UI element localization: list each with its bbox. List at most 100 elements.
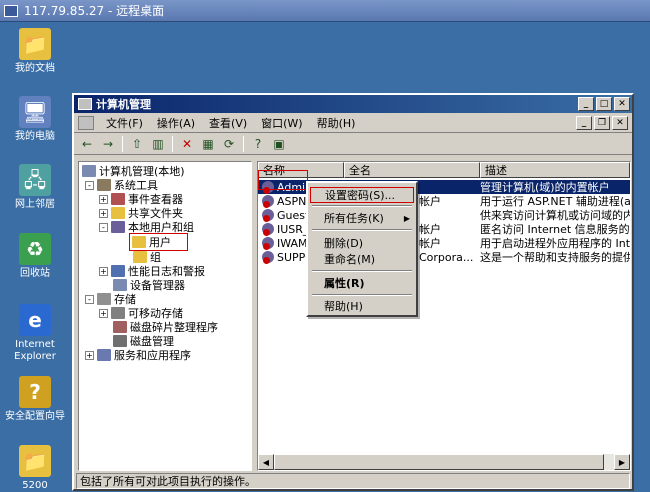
menu-view[interactable]: 查看(V) (203, 115, 253, 131)
collapse-toggle[interactable]: - (85, 294, 94, 304)
up-folder-icon[interactable]: ⇧ (128, 136, 146, 152)
tree-item-local-users-groups[interactable]: - 本地用户和组 (99, 220, 194, 234)
users-folder-icon (132, 236, 146, 248)
menu-item-all-tasks[interactable]: 所有任务(K) ▶ (310, 210, 414, 226)
menu-bar: 文件(F) 操作(A) 查看(V) 窗口(W) 帮助(H) _ ❐ ✕ (74, 113, 632, 133)
toolbar: ← → ⇧ ▥ ✕ ▦ ⟳ ? ▣ (74, 133, 632, 155)
tree-item-system-tools[interactable]: - 系统工具 (85, 178, 158, 192)
forward-arrow-icon[interactable]: → (99, 136, 117, 152)
menu-window[interactable]: 窗口(W) (255, 115, 308, 131)
child-minimize-button[interactable]: _ (576, 116, 592, 130)
collapse-toggle[interactable]: - (99, 222, 108, 232)
expand-toggle[interactable]: + (99, 208, 108, 218)
menu-action[interactable]: 操作(A) (151, 115, 201, 131)
remote-desktop-title: 117.79.85.27 - 远程桌面 (24, 4, 165, 18)
child-caption-buttons: _ ❐ ✕ (576, 116, 628, 130)
scroll-left-icon[interactable]: ◀ (258, 454, 274, 470)
security-wizard-icon: ? (19, 376, 51, 408)
groups-folder-icon (133, 251, 147, 263)
child-close-button[interactable]: ✕ (612, 116, 628, 130)
toolbar-separator (122, 135, 123, 152)
desktop-icon-my-documents[interactable]: 📁 我的文档 (0, 28, 70, 75)
menu-item-help[interactable]: 帮助(H) (310, 298, 414, 314)
menu-file[interactable]: 文件(F) (100, 115, 149, 131)
folder-docs-icon: 📁 (19, 28, 51, 60)
mmc-doc-icon[interactable] (78, 115, 94, 130)
desktop-icon-security-wizard[interactable]: ? 安全配置向导 (0, 376, 70, 423)
tree-item-removable-storage[interactable]: + 可移动存储 (99, 306, 183, 320)
folder-icon: 📁 (19, 445, 51, 477)
child-restore-button[interactable]: ❐ (594, 116, 610, 130)
expand-toggle[interactable]: + (99, 194, 108, 204)
help-icon[interactable]: ? (249, 136, 267, 152)
window-caption-buttons: _ □ ✕ (578, 97, 630, 111)
expand-toggle[interactable]: + (99, 308, 108, 318)
tree-item-performance-logs[interactable]: + 性能日志和警报 (99, 264, 205, 278)
tree-item-event-viewer[interactable]: + 事件查看器 (99, 192, 183, 206)
ie-icon: e (19, 304, 51, 336)
computer-icon (82, 165, 96, 177)
column-header-description[interactable]: 描述 (480, 162, 630, 178)
desktop-icon-network[interactable]: 🖧 网上邻居 (0, 164, 70, 211)
maximize-button[interactable]: □ (596, 97, 612, 111)
computer-management-icon (78, 98, 92, 110)
tree-item-storage[interactable]: - 存储 (85, 292, 136, 306)
collapse-toggle[interactable]: - (85, 180, 94, 190)
desktop-icon-ie[interactable]: e Internet Explorer (0, 304, 70, 363)
desktop-icon-my-computer[interactable]: 🖥 我的电脑 (0, 96, 70, 143)
scroll-thumb[interactable] (274, 454, 604, 470)
computer-icon: 🖥 (19, 96, 51, 128)
user-icon (262, 223, 274, 236)
menu-item-properties[interactable]: 属性(R) (310, 275, 414, 291)
network-icon: 🖧 (19, 164, 51, 196)
horizontal-scrollbar[interactable]: ◀ ▶ (258, 454, 630, 470)
delete-icon[interactable]: ✕ (178, 136, 196, 152)
list-header: 名称 全名 描述 (258, 162, 630, 178)
user-icon (262, 195, 274, 208)
user-disabled-icon (262, 209, 274, 222)
removable-storage-icon (111, 307, 125, 319)
performance-icon (111, 265, 125, 277)
tree-item-defragmenter[interactable]: 磁盘碎片整理程序 (113, 320, 218, 334)
menu-help[interactable]: 帮助(H) (311, 115, 362, 131)
user-icon (262, 237, 274, 250)
tree-item-services-apps[interactable]: + 服务和应用程序 (85, 348, 191, 362)
menu-item-delete[interactable]: 删除(D) (310, 235, 414, 251)
submenu-arrow-icon: ▶ (403, 213, 410, 223)
column-header-fullname[interactable]: 全名 (344, 162, 480, 178)
menu-separator (312, 205, 412, 207)
desktop-icon-recycle-bin[interactable]: ♻ 回收站 (0, 233, 70, 280)
tree-item-device-manager[interactable]: 设备管理器 (113, 278, 185, 292)
toolbar-separator (172, 135, 173, 152)
mmc-console-icon[interactable]: ▣ (270, 136, 288, 152)
toolbar-separator (243, 135, 244, 152)
tree-item-computer-management[interactable]: 计算机管理(本地) (82, 164, 185, 178)
users-groups-icon (111, 221, 125, 233)
device-manager-icon (113, 279, 127, 291)
tree-item-users[interactable]: 用户 (129, 233, 188, 251)
recycle-bin-icon: ♻ (19, 233, 51, 265)
tree-item-groups[interactable]: 组 (133, 250, 161, 264)
scroll-right-icon[interactable]: ▶ (614, 454, 630, 470)
event-viewer-icon (111, 193, 125, 205)
context-menu: 设置密码(S)... 所有任务(K) ▶ 删除(D) 重命名(M) 属性(R) … (306, 181, 418, 317)
menu-item-set-password[interactable]: 设置密码(S)... (310, 187, 414, 203)
back-arrow-icon[interactable]: ← (78, 136, 96, 152)
expand-toggle[interactable]: + (99, 266, 108, 276)
status-bar: 包括了所有可对此项目执行的操作。 (76, 473, 630, 489)
administrator-highlight-box (258, 170, 308, 190)
refresh-icon[interactable]: ⟳ (220, 136, 238, 152)
window-titlebar: 计算机管理 (74, 95, 632, 113)
tree-item-shared-folders[interactable]: + 共享文件夹 (99, 206, 183, 220)
tree-item-disk-management[interactable]: 磁盘管理 (113, 334, 174, 348)
services-icon (97, 349, 111, 361)
menu-separator (312, 294, 412, 296)
properties-icon[interactable]: ▦ (199, 136, 217, 152)
minimize-button[interactable]: _ (578, 97, 594, 111)
tree-pane: 计算机管理(本地) - 系统工具 + 事件查看器 + 共享文件夹 - 本地用户和… (78, 161, 252, 471)
close-button[interactable]: ✕ (614, 97, 630, 111)
menu-item-rename[interactable]: 重命名(M) (310, 251, 414, 267)
show-tree-icon[interactable]: ▥ (149, 136, 167, 152)
expand-toggle[interactable]: + (85, 350, 94, 360)
desktop-icon-5200[interactable]: 📁 5200 (0, 445, 70, 492)
